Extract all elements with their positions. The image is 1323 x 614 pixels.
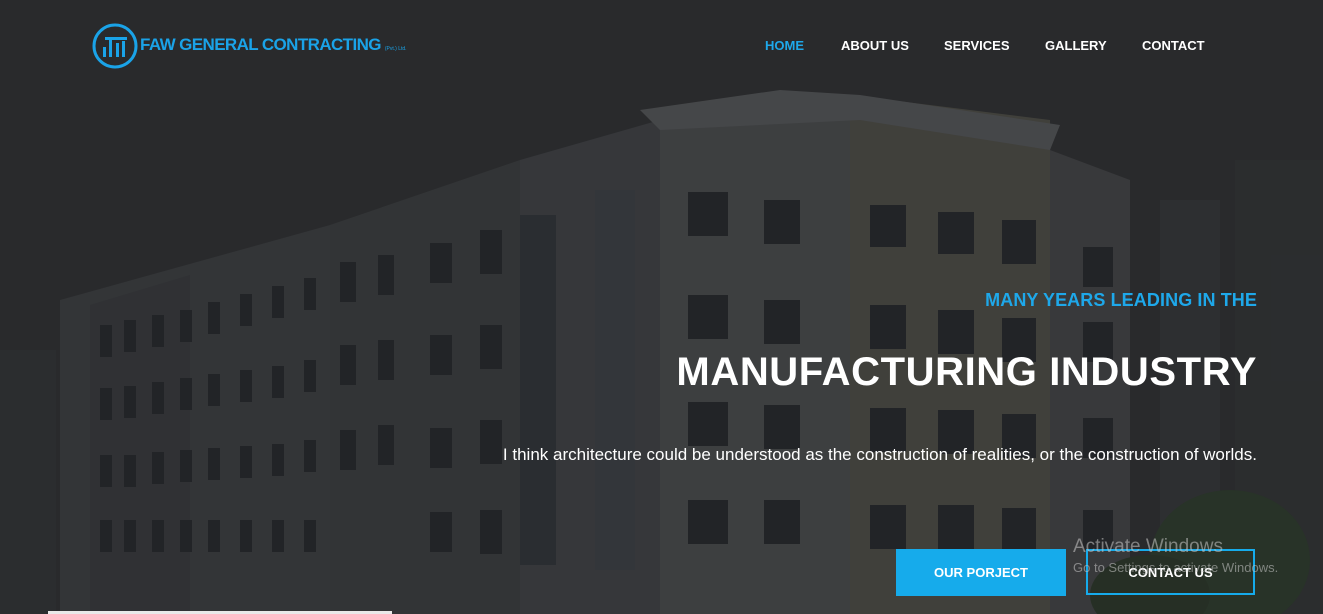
hero-quote: I think architecture could be understood… <box>502 445 1257 464</box>
nav-gallery[interactable]: GALLERY <box>1045 38 1107 53</box>
hero-tagline: MANY YEARS LEADING IN THE <box>985 290 1257 310</box>
nav-services[interactable]: SERVICES <box>944 38 1010 53</box>
nav-about-us[interactable]: ABOUT US <box>841 38 909 53</box>
main-navigation: HOME ABOUT US SERVICES GALLERY CONTACT <box>0 38 1323 54</box>
nav-contact[interactable]: CONTACT <box>1142 38 1205 53</box>
contact-us-button[interactable]: CONTACT US <box>1086 549 1255 595</box>
our-project-button[interactable]: OUR PORJECT <box>896 549 1066 596</box>
hero-headline: MANUFACTURING INDUSTRY <box>676 350 1257 394</box>
nav-home[interactable]: HOME <box>765 38 804 53</box>
